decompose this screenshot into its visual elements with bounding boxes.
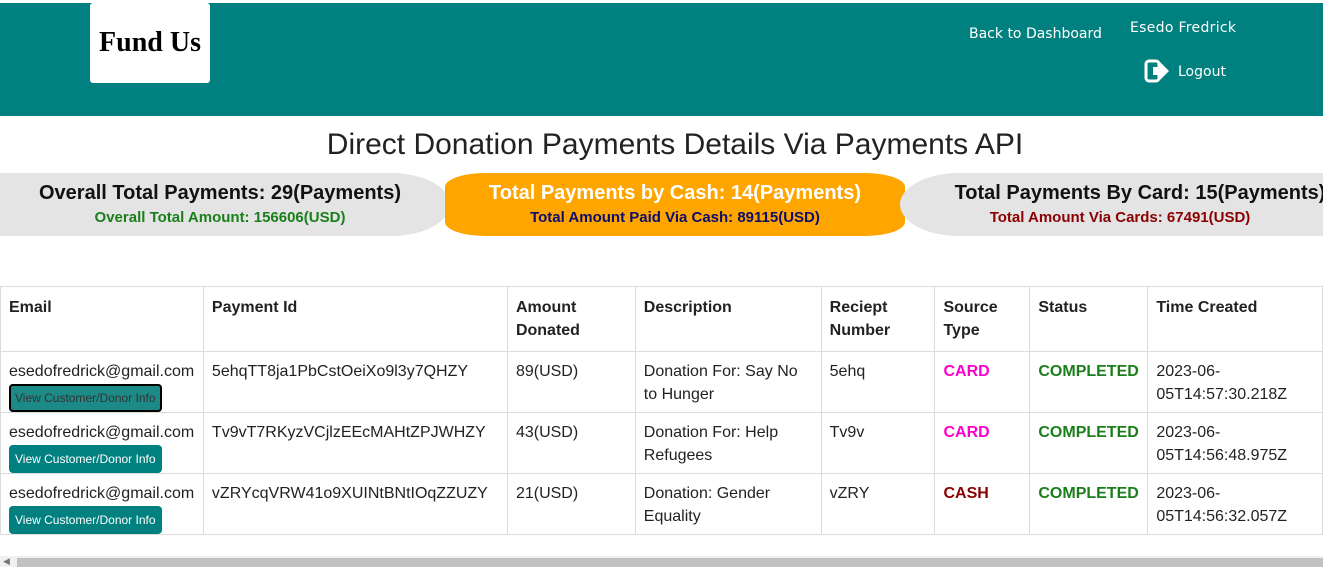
overall-total-payments: Overall Total Payments: 29(Payments) <box>39 182 401 204</box>
cell-payment-id: Tv9vT7RKyzVCjlzEEcMAHtZPJWHZY <box>202 412 508 474</box>
payments-table: Email Payment Id Amount Donated Descript… <box>0 286 1323 535</box>
email-text: esedofredrick@gmail.com <box>9 424 195 441</box>
cell-source-type: CARD <box>934 351 1031 413</box>
cell-payment-id: vZRYcqVRW41o9XUINtBNtIOqZZUZY <box>202 473 508 535</box>
logout-button[interactable]: Logout <box>1144 58 1226 84</box>
cell-payment-id: 5ehqTT8ja1PbCstOeiXo9l3y7QHZY <box>202 351 508 413</box>
scrollbar-thumb[interactable] <box>17 558 1323 567</box>
logo[interactable]: Fund Us <box>90 3 210 83</box>
email-text: esedofredrick@gmail.com <box>9 485 195 502</box>
col-status: Status <box>1029 286 1149 352</box>
card-total-payments: Total Payments By Card: 15(Payments) <box>954 182 1323 204</box>
cell-time: 2023-06-05T14:57:30.218Z <box>1147 351 1323 413</box>
col-time: Time Created <box>1147 286 1323 352</box>
cell-email: esedofredrick@gmail.com View Customer/Do… <box>0 412 204 474</box>
card-total-amount: Total Amount Via Cards: 67491(USD) <box>989 209 1251 226</box>
page-title: Direct Donation Payments Details Via Pay… <box>326 128 1024 161</box>
cell-status: COMPLETED <box>1029 473 1149 535</box>
cash-summary-card: Total Payments by Cash: 14(Payments) Tot… <box>445 173 905 236</box>
cell-amount: 89(USD) <box>506 351 636 413</box>
cell-email: esedofredrick@gmail.com View Customer/Do… <box>0 473 204 535</box>
top-navbar: Fund Us Back to Dashboard Esedo Fredrick… <box>0 3 1323 116</box>
col-amount: Amount Donated <box>506 286 636 352</box>
sign-out-icon <box>1144 59 1169 83</box>
cell-receipt: 5ehq <box>820 351 936 413</box>
table-row: esedofredrick@gmail.com View Customer/Do… <box>0 412 1323 474</box>
cell-description: Donation For: Help Refugees <box>634 412 822 474</box>
cell-receipt: Tv9v <box>820 412 936 474</box>
cell-status: COMPLETED <box>1029 412 1149 474</box>
user-name: Esedo Fredrick <box>1130 20 1237 36</box>
overall-total-amount: Overall Total Amount: 156606(USD) <box>94 209 346 226</box>
logout-label: Logout <box>1178 64 1226 80</box>
cell-source-type: CASH <box>934 473 1031 535</box>
cell-amount: 43(USD) <box>506 412 636 474</box>
cell-receipt: vZRY <box>820 473 936 535</box>
cell-email: esedofredrick@gmail.com View Customer/Do… <box>0 351 204 413</box>
logo-text: Fund Us <box>99 27 201 58</box>
col-payment-id: Payment Id <box>202 286 508 352</box>
cash-total-amount: Total Amount Paid Via Cash: 89115(USD) <box>530 209 820 226</box>
table-header-row: Email Payment Id Amount Donated Descript… <box>0 286 1323 352</box>
table-row: esedofredrick@gmail.com View Customer/Do… <box>0 351 1323 413</box>
col-receipt: Reciept Number <box>820 286 936 352</box>
table-row: esedofredrick@gmail.com View Customer/Do… <box>0 473 1323 535</box>
view-donor-info-button[interactable]: View Customer/Donor Info <box>9 445 162 473</box>
view-donor-info-button[interactable]: View Customer/Donor Info <box>9 506 162 534</box>
cash-total-payments: Total Payments by Cash: 14(Payments) <box>489 182 861 204</box>
cell-description: Donation: Gender Equality <box>634 473 822 535</box>
col-source: Source Type <box>934 286 1031 352</box>
cell-time: 2023-06-05T14:56:32.057Z <box>1147 473 1323 535</box>
cell-source-type: CARD <box>934 412 1031 474</box>
cell-description: Donation For: Say No to Hunger <box>634 351 822 413</box>
cell-time: 2023-06-05T14:56:48.975Z <box>1147 412 1323 474</box>
col-email: Email <box>0 286 204 352</box>
email-text: esedofredrick@gmail.com <box>9 363 195 380</box>
cell-amount: 21(USD) <box>506 473 636 535</box>
scroll-left-arrow-icon[interactable]: ◀ <box>3 556 10 567</box>
card-summary-card: Total Payments By Card: 15(Payments) Tot… <box>900 173 1323 236</box>
cell-status: COMPLETED <box>1029 351 1149 413</box>
overall-summary-card: Overall Total Payments: 29(Payments) Ove… <box>0 173 450 236</box>
col-description: Description <box>634 286 822 352</box>
back-to-dashboard-link[interactable]: Back to Dashboard <box>969 26 1102 42</box>
view-donor-info-button[interactable]: View Customer/Donor Info <box>9 384 162 412</box>
horizontal-scrollbar[interactable]: ◀ <box>0 556 1323 567</box>
